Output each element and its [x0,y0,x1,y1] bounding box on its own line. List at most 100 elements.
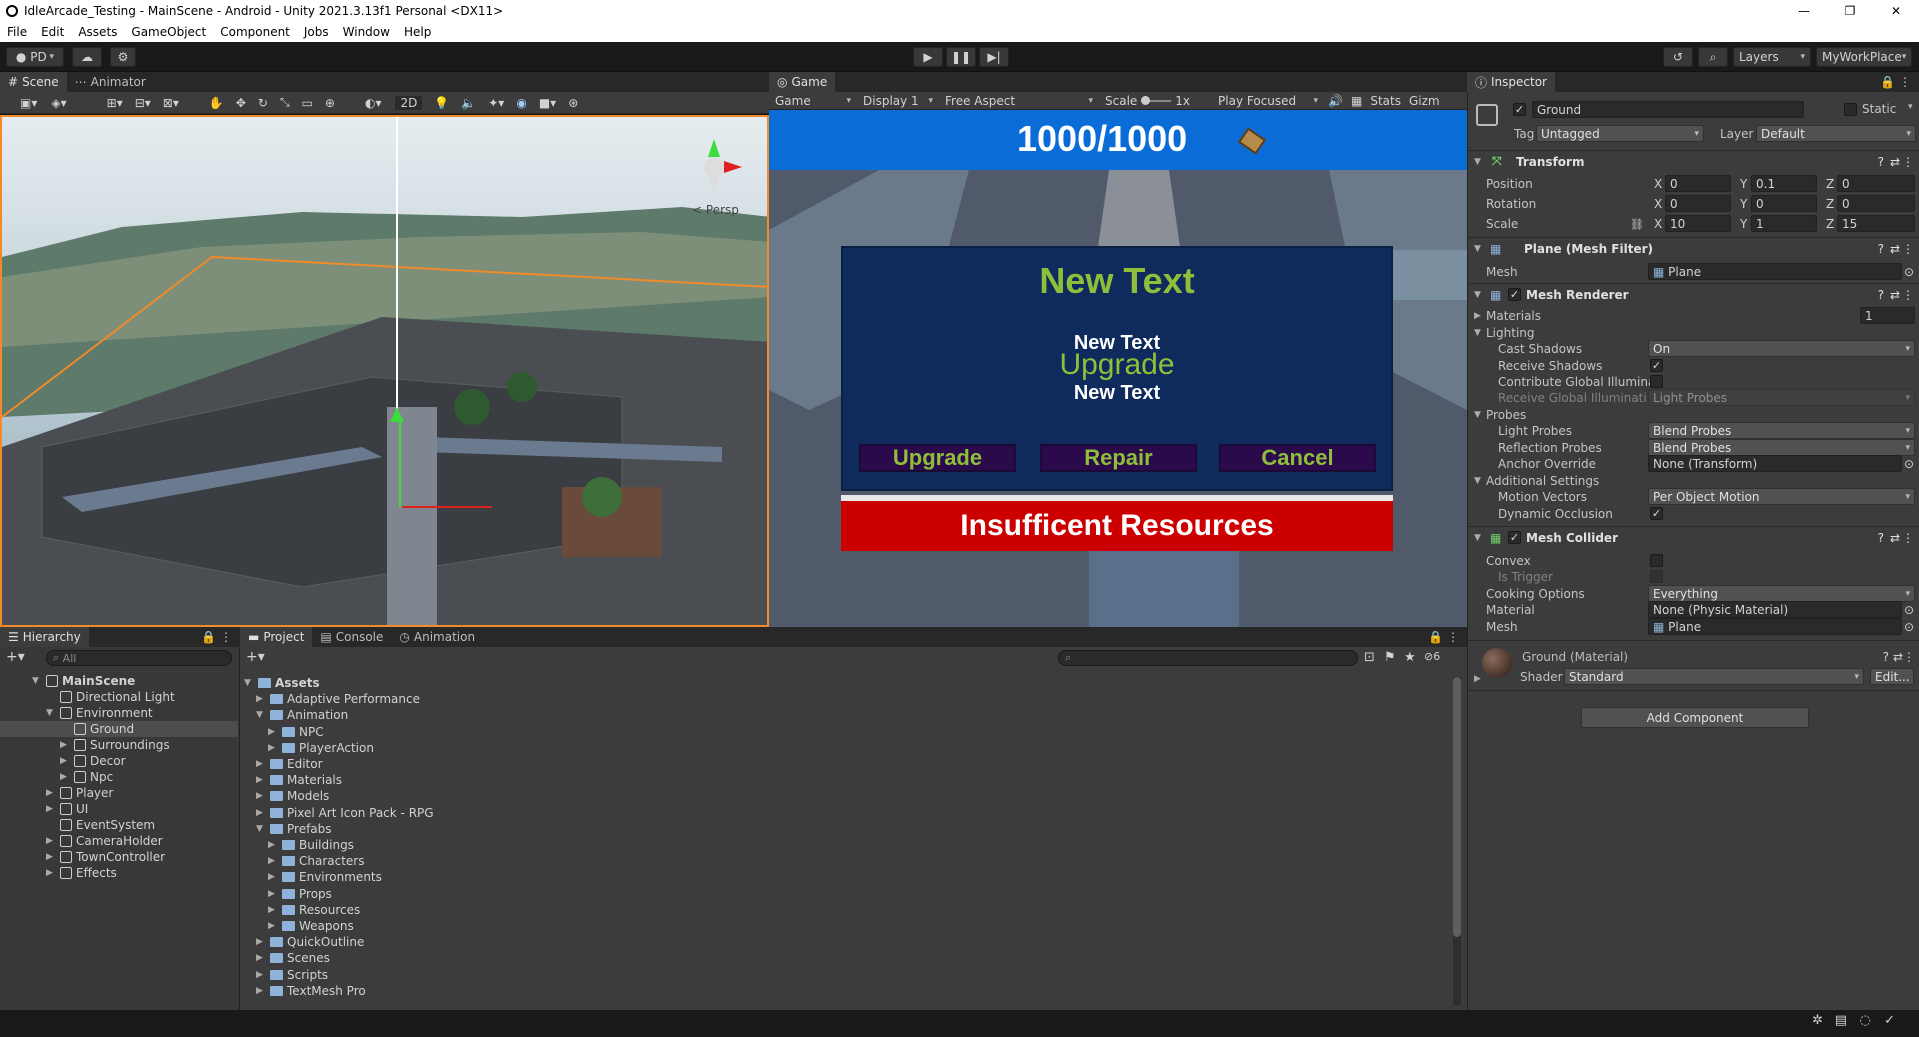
layers-dropdown[interactable]: Layers ▾ [1733,47,1811,67]
lock-icon[interactable]: 🔒 [1428,630,1443,644]
fold-arrow-icon[interactable]: ▶ [268,856,278,866]
transform-header[interactable]: ▼ ⤧ Transform ? ⇄ ⋮ [1468,150,1919,172]
project-folder-item[interactable]: ▶ Adaptive Performance [256,691,420,707]
effects-toggle-icon[interactable]: ✦▾ [488,96,504,110]
game-view[interactable]: 1000/1000 New Text New Text Upgrade New … [769,110,1467,627]
tab-project[interactable]: ▬ Project [240,627,313,647]
project-folder-item[interactable]: ▶ Buildings [268,837,354,853]
scale-tool-icon[interactable]: ⤡ [280,95,290,110]
fold-arrow-icon[interactable]: ▶ [46,836,56,846]
hierarchy-item[interactable]: ▶ TownController [0,849,238,865]
game-mode-dropdown[interactable]: Game ▾ [769,90,857,112]
step-button[interactable]: ▶| [979,47,1009,67]
render-mode-icon[interactable]: ◐▾ [365,96,382,110]
move-tool-icon[interactable]: ✥ [236,96,246,110]
upgrade-button[interactable]: Upgrade [859,444,1016,472]
rotation-z[interactable]: 0 [1837,195,1915,212]
mesh-renderer-enabled[interactable]: ✓ [1508,288,1521,301]
menu-jobs[interactable]: Jobs [297,25,336,39]
panel-menu-icon[interactable]: ⋮ [220,630,232,644]
draw-mode-icon[interactable]: ▣▾ [20,96,37,110]
component-menu-icon[interactable]: ⋮ [1903,650,1915,664]
project-folder-item[interactable]: ▶ Scripts [256,967,328,983]
static-dropdown-icon[interactable]: ▾ [1908,102,1913,112]
menu-file[interactable]: File [0,25,34,39]
panel-menu-icon[interactable]: ⋮ [1447,630,1459,644]
collider-mesh-field[interactable]: ▦ Plane [1648,618,1902,635]
lock-icon[interactable]: 🔒 [201,630,216,644]
mesh-field[interactable]: ▦ Plane [1648,263,1902,280]
cooking-options-dropdown[interactable]: Everything ▾ [1648,585,1915,602]
project-folder-item[interactable]: ▼ Assets [244,675,320,691]
add-component-button[interactable]: Add Component [1581,707,1809,728]
stats-button[interactable]: Stats [1366,94,1405,108]
fold-arrow-icon[interactable]: ▶ [268,727,278,737]
constrain-proportions-icon[interactable]: ⛓ [1630,218,1644,231]
component-menu-icon[interactable]: ⋮ [1902,531,1914,545]
gizmos-button[interactable]: Gizmos [1405,94,1439,108]
lighting-toggle-icon[interactable]: 💡 [434,96,449,110]
static-checkbox[interactable] [1844,103,1857,116]
object-picker-icon[interactable]: ⊙ [1904,265,1914,279]
rect-tool-icon[interactable]: ▭ [302,96,313,110]
fold-arrow-icon[interactable]: ▶ [268,743,278,753]
fold-arrow-icon[interactable]: ▼ [256,710,266,720]
fold-arrow-icon[interactable]: ▶ [46,788,56,798]
shader-dropdown[interactable]: Standard ▾ [1564,668,1864,685]
hierarchy-search[interactable]: ⌕ All [46,650,232,666]
lock-icon[interactable]: 🔒 [1880,75,1895,89]
anchor-override-field[interactable]: None (Transform) [1648,455,1902,472]
fold-arrow-icon[interactable]: ▶ [268,921,278,931]
hierarchy-item[interactable]: ▼ MainScene [0,673,238,689]
project-folder-item[interactable]: ▶ Props [268,886,332,902]
progress-icon[interactable]: ◌ [1860,1013,1871,1028]
materials-row[interactable]: ▶ Materials 1 [1468,307,1919,325]
collider-material-field[interactable]: None (Physic Material) [1648,601,1902,618]
hidden-packages-icon[interactable]: ⊘6 [1424,650,1440,663]
hierarchy-item[interactable]: ▶ Effects [0,865,238,881]
auto-generate-icon[interactable]: ✓ [1884,1013,1895,1028]
fold-arrow-icon[interactable]: ▶ [46,804,56,814]
menu-assets[interactable]: Assets [71,25,124,39]
hierarchy-item[interactable]: EventSystem [0,817,238,833]
minimize-button[interactable]: — [1781,0,1827,22]
fold-arrow-icon[interactable]: ▶ [268,872,278,882]
camera-settings-icon[interactable]: ■▾ [539,96,556,110]
pivot-icon[interactable]: ⊞▾ [107,96,123,110]
menu-gameobject[interactable]: GameObject [124,25,213,39]
bug-icon[interactable]: ✲ [1812,1013,1823,1028]
fold-arrow-icon[interactable]: ▶ [256,694,266,704]
display-dropdown[interactable]: Display 1 ▾ [857,90,939,112]
grid-layout-icon[interactable]: ▦ [1347,94,1366,108]
component-menu-icon[interactable]: ⋮ [1902,288,1914,302]
tab-animator[interactable]: ⋯ Animator [67,72,154,92]
convex-checkbox[interactable] [1650,554,1663,567]
motion-vectors-dropdown[interactable]: Per Object Motion ▾ [1648,488,1915,505]
project-folder-item[interactable]: ▶ Pixel Art Icon Pack - RPG [256,805,434,821]
hand-tool-icon[interactable]: ✋ [209,96,224,110]
preset-icon[interactable]: ⇄ [1890,155,1900,169]
cache-icon[interactable]: ▤ [1835,1013,1847,1028]
hierarchy-item[interactable]: ▶ CameraHolder [0,833,238,849]
rotate-tool-icon[interactable]: ↻ [258,96,268,110]
component-menu-icon[interactable]: ⋮ [1902,242,1914,256]
position-x[interactable]: 0 [1665,175,1731,192]
close-button[interactable]: ✕ [1873,0,1919,22]
position-y[interactable]: 0.1 [1751,175,1817,192]
hierarchy-item[interactable]: Directional Light [0,689,238,705]
fold-arrow-icon[interactable]: ▶ [256,986,266,996]
help-icon[interactable]: ? [1878,242,1884,256]
component-menu-icon[interactable]: ⋮ [1902,155,1914,169]
materials-count[interactable]: 1 [1860,307,1915,324]
fold-arrow-icon[interactable]: ▼ [32,676,42,686]
help-icon[interactable]: ? [1878,288,1884,302]
reflection-probes-dropdown[interactable]: Blend Probes ▾ [1648,439,1915,456]
mute-audio-icon[interactable]: 🔊 [1324,94,1347,108]
project-folder-item[interactable]: ▶ Resources [268,902,360,918]
position-z[interactable]: 0 [1837,175,1915,192]
help-icon[interactable]: ? [1878,155,1884,169]
aspect-dropdown[interactable]: Free Aspect ▾ [939,90,1099,112]
scale-y[interactable]: 1 [1751,215,1817,232]
project-folder-item[interactable]: ▼ Prefabs [256,821,332,837]
pause-button[interactable]: ❚❚ [946,47,976,67]
